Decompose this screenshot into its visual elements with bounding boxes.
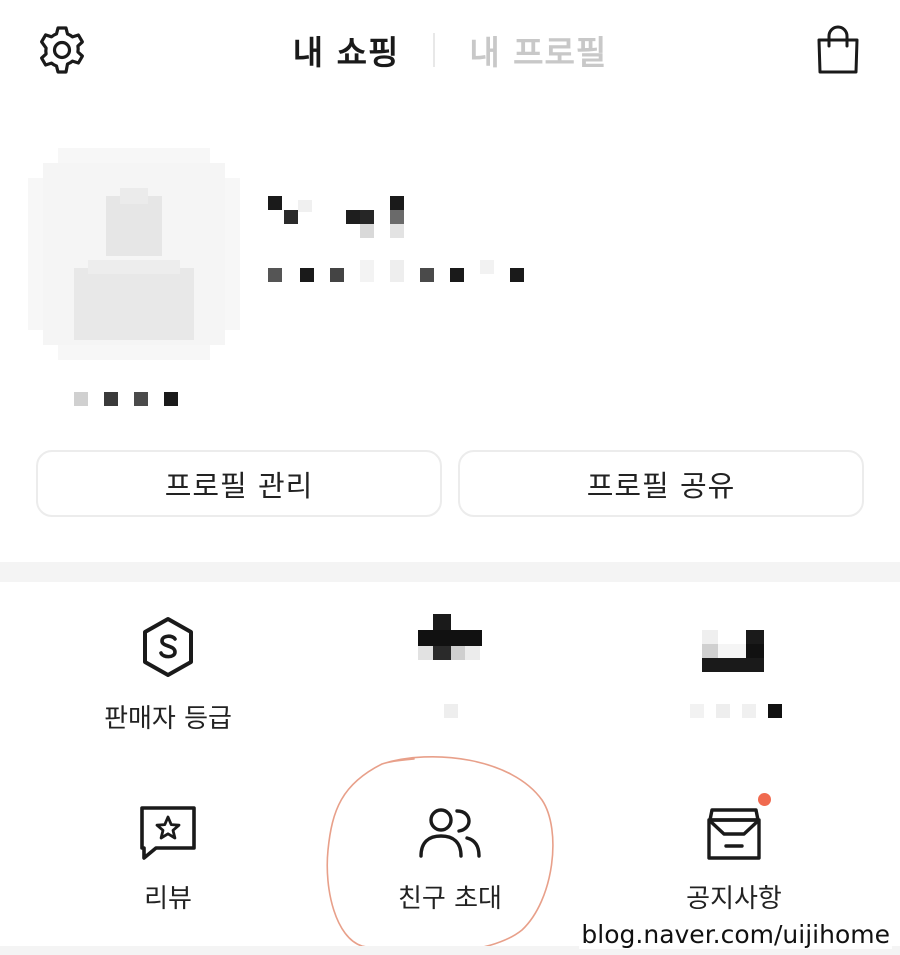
shopping-bag-icon [817, 25, 859, 74]
profile-subtext-redacted [74, 388, 194, 410]
notice-inbox-icon [707, 808, 761, 860]
profile-id-redacted [268, 260, 538, 290]
notification-badge [758, 793, 771, 806]
section-divider [0, 562, 900, 582]
menu-review[interactable]: 리뷰 [18, 790, 318, 950]
pixelated-icon [702, 630, 764, 672]
seller-grade-icon [143, 617, 193, 677]
menu-label: 공지사항 [686, 884, 782, 914]
redacted-label [690, 704, 782, 718]
header-tabs: 내 쇼핑 내 프로필 [0, 26, 900, 74]
avatar-image [28, 148, 240, 360]
menu-seller-grade[interactable]: 판매자 등급 [18, 600, 318, 760]
profile-avatar[interactable] [28, 148, 240, 360]
review-star-icon [140, 806, 196, 860]
tab-my-shopping[interactable]: 내 쇼핑 [293, 26, 400, 74]
tab-divider [433, 33, 436, 67]
pixelated-icon [418, 614, 482, 660]
profile-name-redacted [268, 192, 538, 242]
watermark-text: blog.naver.com/uijihome [579, 920, 892, 949]
manage-profile-button[interactable]: 프로필 관리 [36, 450, 442, 517]
menu-label: 판매자 등급 [104, 704, 232, 734]
highlight-circle [326, 755, 554, 954]
top-header: 내 쇼핑 내 프로필 [0, 0, 900, 100]
share-profile-button[interactable]: 프로필 공유 [458, 450, 864, 517]
menu-label: 리뷰 [144, 884, 192, 914]
redacted-label [444, 704, 458, 718]
menu-item-redacted[interactable] [300, 600, 600, 760]
menu-item-redacted-2[interactable] [584, 600, 884, 760]
profile-actions: 프로필 관리 프로필 공유 [36, 450, 864, 517]
shopping-bag-button[interactable] [814, 24, 862, 76]
tab-my-profile[interactable]: 내 프로필 [469, 26, 607, 74]
